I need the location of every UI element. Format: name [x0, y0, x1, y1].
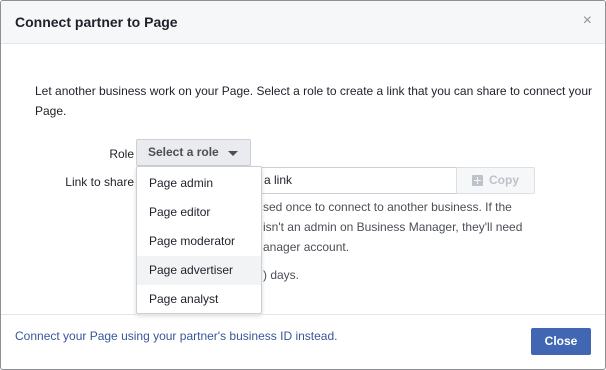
chevron-down-icon	[228, 151, 238, 156]
close-button[interactable]: Close	[531, 328, 591, 355]
dialog-footer: Connect your Page using your partner's b…	[1, 314, 605, 369]
link-expiry-text: ) days.	[263, 268, 300, 282]
dialog-description: Let another business work on your Page. …	[35, 84, 592, 118]
copy-button-label: Copy	[489, 173, 519, 187]
link-hint-text: sed once to connect to another business.…	[263, 197, 583, 257]
connect-by-business-id-link[interactable]: Connect your Page using your partner's b…	[15, 329, 337, 343]
dialog-title: Connect partner to Page	[15, 14, 178, 30]
hint-line: sed once to connect to another business.…	[263, 200, 512, 214]
role-select-button[interactable]: Select a role	[136, 139, 251, 166]
role-label: Role	[109, 147, 134, 161]
role-option-page-moderator[interactable]: Page moderator	[137, 227, 261, 256]
role-option-page-advertiser[interactable]: Page advertiser	[137, 256, 261, 285]
role-option-page-analyst[interactable]: Page analyst	[137, 285, 261, 314]
hint-line: isn't an admin on Business Manager, they…	[263, 220, 523, 234]
link-to-share-label: Link to share	[65, 175, 134, 189]
role-option-page-editor[interactable]: Page editor	[137, 198, 261, 227]
role-dropdown-menu: Page admin Page editor Page moderator Pa…	[136, 166, 262, 314]
copy-button: Copy	[456, 167, 535, 194]
connect-partner-dialog: Connect partner to Page × Let another bu…	[0, 0, 606, 370]
role-select-label: Select a role	[148, 145, 219, 159]
copy-icon	[472, 175, 483, 186]
hint-line: anager account.	[263, 240, 350, 254]
role-option-page-admin[interactable]: Page admin	[137, 169, 261, 198]
dialog-header: Connect partner to Page ×	[1, 1, 605, 44]
close-icon[interactable]: ×	[583, 13, 592, 29]
